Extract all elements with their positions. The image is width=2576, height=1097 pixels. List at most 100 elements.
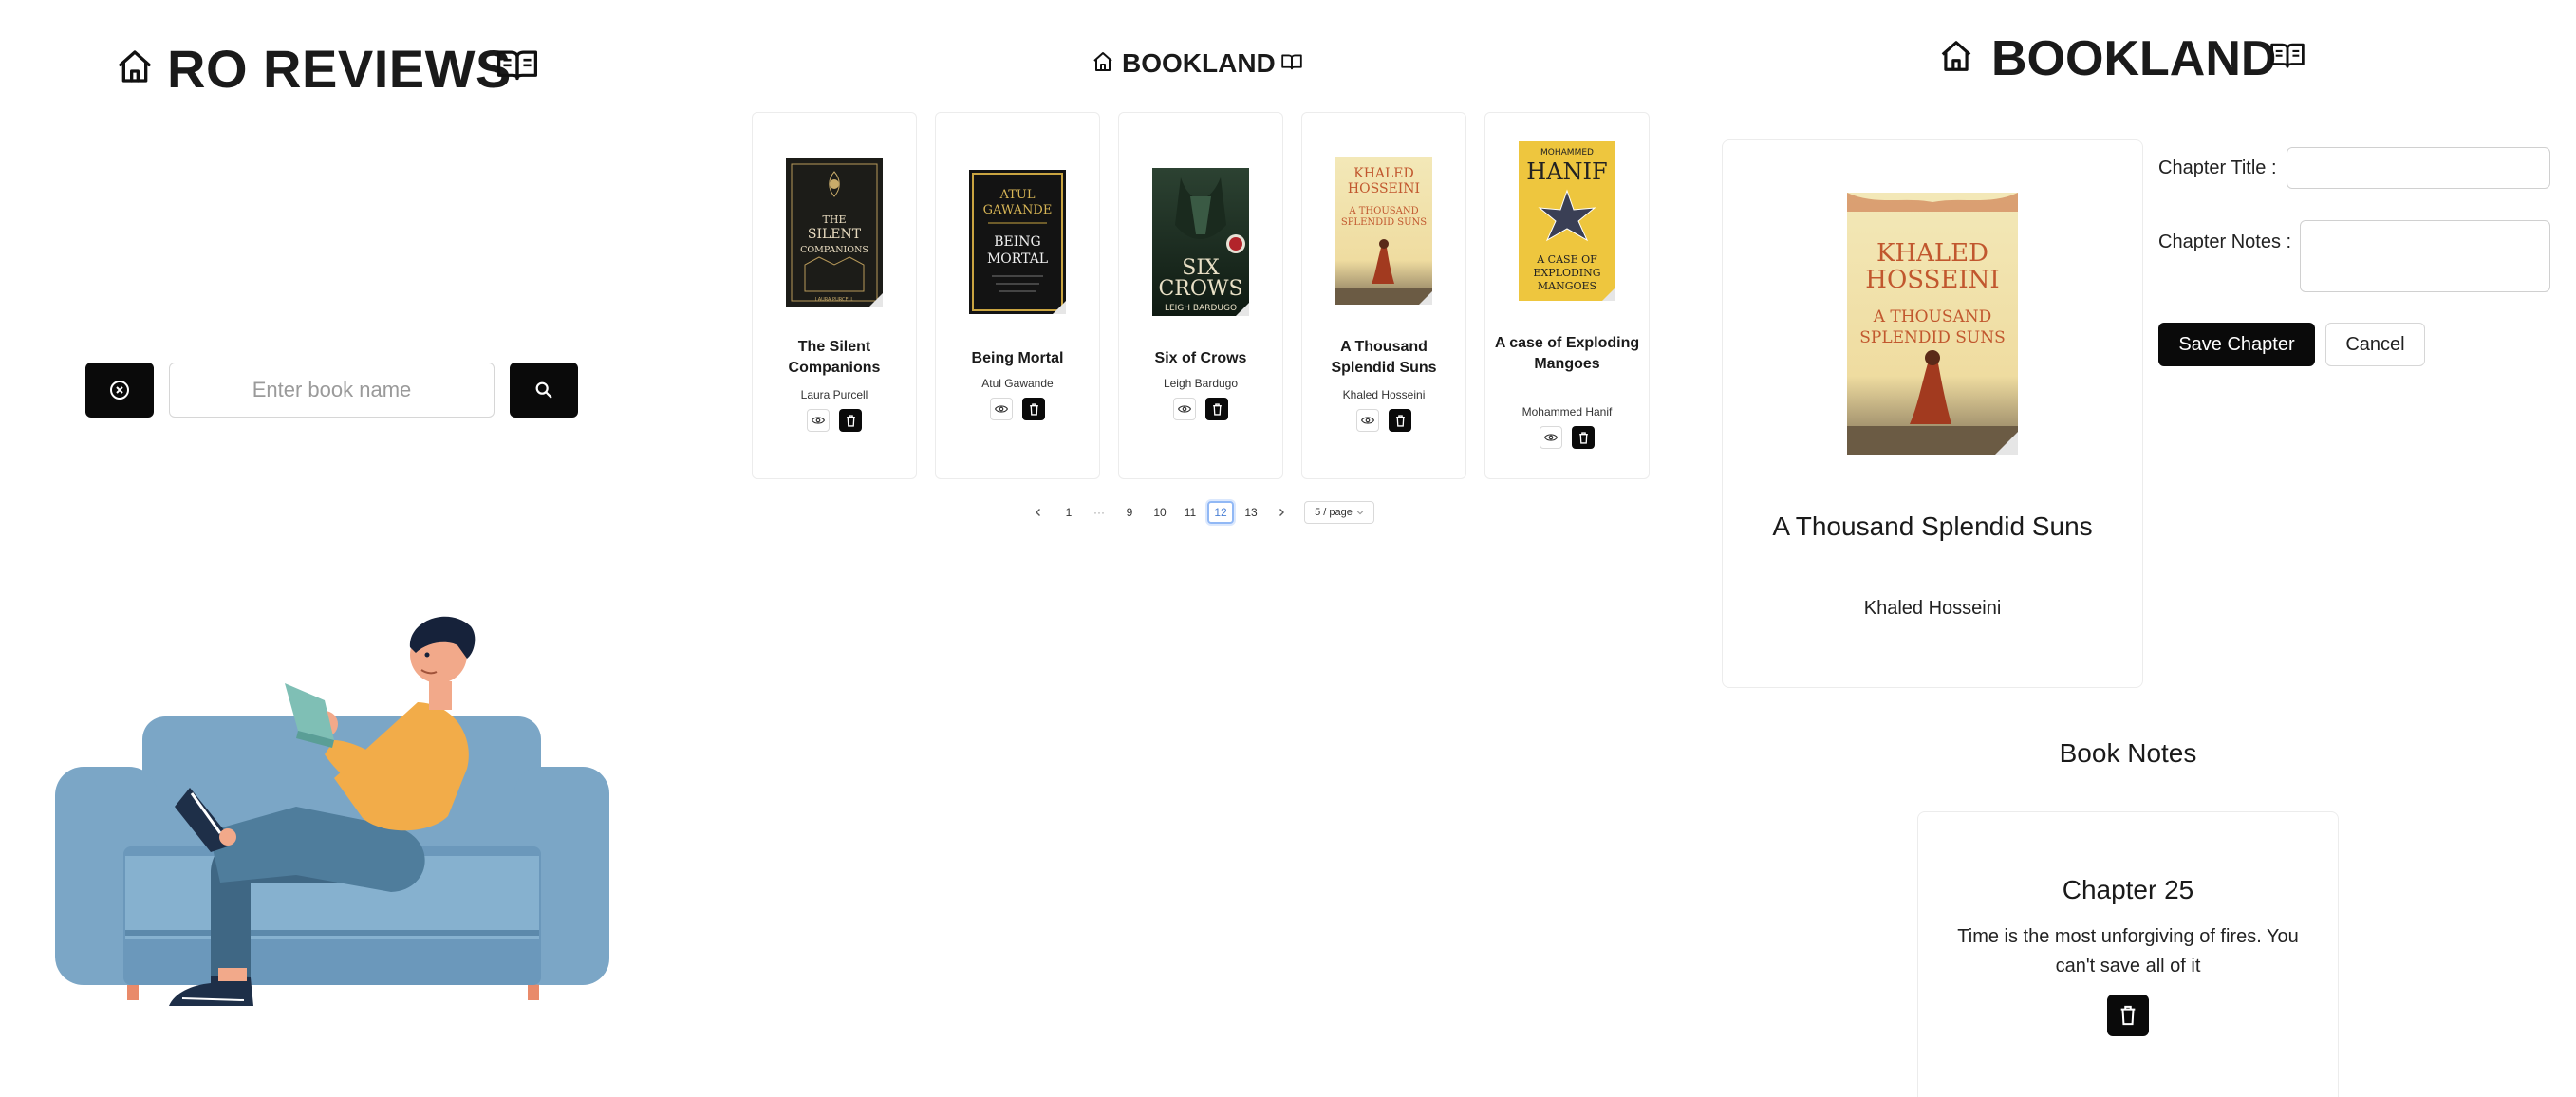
delete-note-button[interactable] xyxy=(2107,995,2149,1036)
chevron-down-icon xyxy=(1356,511,1364,515)
book-title: Being Mortal xyxy=(971,350,1064,366)
search-icon xyxy=(535,381,552,399)
delete-button[interactable] xyxy=(839,409,862,432)
trash-icon xyxy=(846,414,855,427)
chapter-title-label: Chapter Title : xyxy=(2158,158,2277,178)
book-search-input[interactable] xyxy=(169,363,495,418)
home-icon[interactable] xyxy=(1938,38,1974,74)
svg-text:LEIGH BARDUGO: LEIGH BARDUGO xyxy=(1165,304,1237,313)
book-card[interactable]: MOHAMMED HANIF A CASE OF EXPLODING MANGO… xyxy=(1484,112,1650,479)
svg-text:A THOUSAND: A THOUSAND xyxy=(1348,206,1418,216)
book-open-icon xyxy=(1281,53,1302,70)
eye-icon xyxy=(1361,417,1374,424)
reading-on-sofa-illustration xyxy=(49,598,619,1020)
svg-text:ATUL: ATUL xyxy=(999,188,1036,202)
book-author: Mohammed Hanif xyxy=(1521,405,1613,418)
view-button[interactable] xyxy=(807,409,830,432)
book-title: A Thousand Splendid Suns xyxy=(1772,511,2093,541)
chapter-title-input[interactable] xyxy=(2287,147,2550,189)
svg-text:A THOUSAND: A THOUSAND xyxy=(1873,307,1992,326)
trash-icon xyxy=(1029,402,1038,416)
book-cover[interactable]: MOHAMMED HANIF A CASE OF EXPLODING MANGO… xyxy=(1519,141,1615,306)
book-author: Atul Gawande xyxy=(981,377,1054,390)
book-title: A Thousand Splendid Suns xyxy=(1331,339,1437,376)
delete-button[interactable] xyxy=(1205,398,1228,420)
svg-text:EXPLODING: EXPLODING xyxy=(1533,267,1600,279)
chapter-notes-label: Chapter Notes : xyxy=(2158,232,2292,252)
delete-button[interactable] xyxy=(1389,409,1411,432)
clear-search-button[interactable] xyxy=(85,363,154,418)
app-title: BOOKLAND xyxy=(1991,31,2277,86)
svg-text:SILENT: SILENT xyxy=(808,227,862,242)
book-title: The Silent Companions xyxy=(788,339,881,376)
delete-button[interactable] xyxy=(1572,426,1595,449)
svg-text:HOSSEINI: HOSSEINI xyxy=(1348,181,1420,196)
trash-icon xyxy=(1578,431,1588,444)
book-card[interactable]: ATUL GAWANDE BEING MORTAL Being Mortal A… xyxy=(935,112,1100,479)
book-cover[interactable]: KHALED HOSSEINI A THOUSAND SPLENDID SUNS xyxy=(1335,157,1432,309)
book-open-icon xyxy=(2270,41,2305,69)
svg-text:CROWS: CROWS xyxy=(1158,277,1242,301)
app-title: RO REVIEWS xyxy=(167,39,512,99)
chapter-notes-textarea[interactable] xyxy=(2300,220,2550,292)
trash-icon xyxy=(1212,402,1222,416)
svg-text:A CASE OF: A CASE OF xyxy=(1536,253,1597,266)
pagination-prev-button[interactable] xyxy=(1027,501,1050,524)
save-chapter-button[interactable]: Save Chapter xyxy=(2158,323,2315,366)
book-author: Khaled Hosseini xyxy=(1342,388,1426,401)
pagination-page-13[interactable]: 13 xyxy=(1240,501,1262,524)
eye-icon xyxy=(1544,434,1558,441)
search-button[interactable] xyxy=(510,363,578,418)
svg-text:KHALED: KHALED xyxy=(1876,239,1988,268)
pagination-page-1[interactable]: 1 xyxy=(1057,501,1080,524)
app-title: BOOKLAND xyxy=(1122,48,1276,78)
view-button[interactable] xyxy=(1356,409,1379,432)
eye-icon xyxy=(812,417,825,424)
svg-text:MOHAMMED: MOHAMMED xyxy=(1540,148,1594,158)
book-cover: KHALED HOSSEINI A THOUSAND SPLENDID SUNS xyxy=(1847,193,2018,459)
pagination-next-button[interactable] xyxy=(1270,501,1293,524)
cancel-button[interactable]: Cancel xyxy=(2325,323,2425,366)
book-notes-heading: Book Notes xyxy=(2059,738,2197,768)
svg-text:MORTAL: MORTAL xyxy=(987,251,1048,267)
eye-icon xyxy=(1178,405,1191,413)
book-card[interactable]: KHALED HOSSEINI A THOUSAND SPLENDID SUNS… xyxy=(1301,112,1466,479)
svg-text:HOSSEINI: HOSSEINI xyxy=(1865,266,1999,294)
book-open-icon xyxy=(497,47,537,82)
svg-text:KHALED: KHALED xyxy=(1353,166,1414,181)
note-text: Time is the most unforgiving of fires. Y… xyxy=(1957,926,2299,976)
home-icon[interactable] xyxy=(1092,50,1114,73)
pagination-page-current[interactable]: 12 xyxy=(1207,501,1234,524)
view-button[interactable] xyxy=(990,398,1013,420)
book-title: A case of Exploding Mangoes xyxy=(1494,335,1640,372)
view-button[interactable] xyxy=(1173,398,1196,420)
svg-text:THE: THE xyxy=(823,214,847,226)
book-cover[interactable]: THE SILENT COMPANIONS LAURA PURCELL xyxy=(786,158,883,311)
book-card[interactable]: SIX CROWS LEIGH BARDUGO Six of Crows Lei… xyxy=(1118,112,1283,479)
book-card[interactable]: THE SILENT COMPANIONS LAURA PURCELL The … xyxy=(752,112,917,479)
svg-text:COMPANIONS: COMPANIONS xyxy=(800,245,868,255)
pagination-page-11[interactable]: 11 xyxy=(1179,501,1202,524)
book-cover[interactable]: SIX CROWS LEIGH BARDUGO xyxy=(1152,168,1249,321)
book-title: Six of Crows xyxy=(1154,350,1247,366)
svg-text:BEING: BEING xyxy=(994,234,1040,250)
chevron-left-icon xyxy=(1036,509,1040,516)
pagination-page-10[interactable]: 10 xyxy=(1148,501,1171,524)
note-title: Chapter 25 xyxy=(2062,875,2194,904)
page-size-value: 5 / page xyxy=(1315,507,1353,518)
delete-button[interactable] xyxy=(1022,398,1045,420)
pagination-ellipsis[interactable]: ··· xyxy=(1088,501,1111,524)
home-icon[interactable] xyxy=(116,47,154,85)
eye-icon xyxy=(995,405,1008,413)
svg-text:SPLENDID SUNS: SPLENDID SUNS xyxy=(1341,217,1427,228)
book-author: Khaled Hosseini xyxy=(1863,598,2002,619)
trash-icon xyxy=(2120,1005,2136,1026)
pagination-page-9[interactable]: 9 xyxy=(1118,501,1141,524)
book-cover[interactable]: ATUL GAWANDE BEING MORTAL xyxy=(969,170,1066,319)
book-author: Leigh Bardugo xyxy=(1163,377,1239,390)
trash-icon xyxy=(1395,414,1405,427)
view-button[interactable] xyxy=(1540,426,1562,449)
page-size-select[interactable]: 5 / page xyxy=(1304,501,1374,524)
svg-text:MANGOES: MANGOES xyxy=(1538,280,1596,292)
svg-text:SPLENDID SUNS: SPLENDID SUNS xyxy=(1859,328,2006,347)
